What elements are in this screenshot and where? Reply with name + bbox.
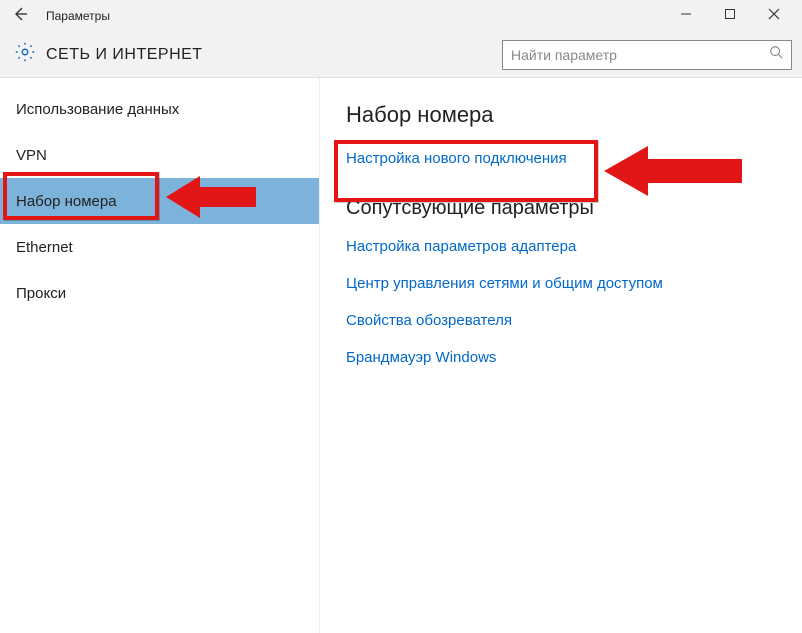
link-adapter-settings[interactable]: Настройка параметров адаптера (346, 238, 772, 255)
search-input[interactable] (511, 47, 769, 63)
close-icon (768, 7, 780, 25)
link-setup-new-connection[interactable]: Настройка нового подключения (346, 150, 772, 167)
section-header: СЕТЬ И ИНТЕРНЕТ (0, 32, 802, 78)
window-title: Параметры (46, 9, 110, 23)
maximize-button[interactable] (708, 0, 752, 32)
sidebar-item-data-usage[interactable]: Использование данных (0, 86, 319, 132)
gear-icon (14, 41, 36, 68)
window-controls (664, 0, 796, 32)
link-internet-options[interactable]: Свойства обозревателя (346, 312, 772, 329)
content-area: Использование данных VPN Набор номера Et… (0, 78, 802, 633)
search-icon (769, 45, 783, 64)
sidebar-item-label: Использование данных (16, 101, 179, 118)
minimize-icon (680, 7, 692, 25)
link-network-sharing-center[interactable]: Центр управления сетями и общим доступом (346, 275, 772, 292)
back-button[interactable] (6, 2, 34, 30)
maximize-icon (724, 7, 736, 25)
sidebar-item-label: Ethernet (16, 239, 73, 256)
titlebar: Параметры (0, 0, 802, 32)
sidebar-item-proxy[interactable]: Прокси (0, 270, 319, 316)
sidebar-item-label: Набор номера (16, 193, 117, 210)
link-windows-firewall[interactable]: Брандмауэр Windows (346, 349, 772, 366)
arrow-left-icon (12, 6, 28, 27)
main-panel: Набор номера Настройка нового подключени… (320, 78, 802, 633)
section-title: СЕТЬ И ИНТЕРНЕТ (46, 46, 203, 64)
sidebar-item-ethernet[interactable]: Ethernet (0, 224, 319, 270)
sidebar-item-label: Прокси (16, 285, 66, 302)
sidebar-item-label: VPN (16, 147, 47, 164)
minimize-button[interactable] (664, 0, 708, 32)
related-heading: Сопутсвующие параметры (346, 197, 772, 220)
page-title: Набор номера (346, 102, 772, 128)
close-button[interactable] (752, 0, 796, 32)
sidebar: Использование данных VPN Набор номера Et… (0, 78, 320, 633)
sidebar-item-dialup[interactable]: Набор номера (0, 178, 319, 224)
sidebar-item-vpn[interactable]: VPN (0, 132, 319, 178)
search-box[interactable] (502, 40, 792, 70)
